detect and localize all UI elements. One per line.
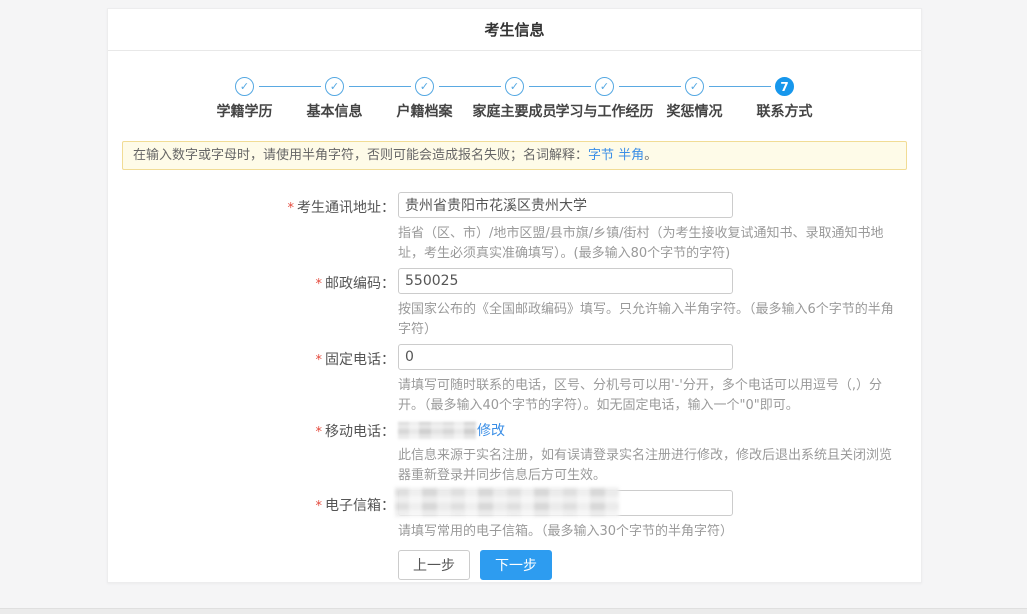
field-label: *固定电话： (108, 344, 395, 416)
page-title: 考生信息 (108, 9, 921, 51)
modify-mobile-link[interactable]: 修改 (477, 420, 505, 440)
check-icon: ✓ (325, 77, 344, 96)
check-icon: ✓ (415, 77, 434, 96)
step-label: 联系方式 (757, 101, 813, 121)
step-study-work-history[interactable]: ✓ 学习与工作经历 (560, 77, 650, 121)
required-marker: * (316, 353, 323, 368)
glossary-link-halfwidth[interactable]: 半角 (618, 148, 644, 163)
step-label: 家庭主要成员 (473, 101, 557, 121)
form-row-mobile-phone: *移动电话： 修改 此信息来源于实名注册，如有误请登录实名注册进行修改，修改后退… (108, 420, 921, 486)
email-help-text: 请填写常用的电子信箱。（最多输入30个字节的半角字符） (398, 522, 733, 542)
step-contact-info-current[interactable]: 7 联系方式 (740, 77, 830, 121)
step-label: 基本信息 (307, 101, 363, 121)
field-label: *电子信箱： (108, 490, 395, 542)
required-marker: * (288, 201, 295, 216)
check-icon: ✓ (685, 77, 704, 96)
check-icon: ✓ (595, 77, 614, 96)
required-marker: * (316, 499, 323, 514)
candidate-info-card: 考生信息 ✓ 学籍学历 ✓ 基本信息 ✓ 户籍档案 ✓ 家庭主要成员 ✓ 学习与… (107, 8, 922, 583)
next-step-button[interactable]: 下一步 (480, 550, 552, 580)
form-row-fixed-phone: *固定电话： 请填写可随时联系的电话，区号、分机号可以用'-'分开，多个电话可以… (108, 344, 921, 416)
step-label: 户籍档案 (397, 101, 453, 121)
postal-code-help-text: 按国家公布的《全国邮政编码》填写。只允许输入半角字符。（最多输入6个字节的半角字… (398, 300, 900, 340)
form-actions: 上一步 下一步 (398, 550, 921, 580)
postal-code-input[interactable] (398, 268, 733, 294)
halfwidth-notice-bar: 在输入数字或字母时，请使用半角字符，否则可能会造成报名失败；名词解释：字节 半角… (122, 141, 907, 170)
previous-step-button[interactable]: 上一步 (398, 550, 470, 580)
form-row-email: *电子信箱： 请填写常用的电子信箱。（最多输入30个字节的半角字符） (108, 490, 921, 542)
step-rewards-punishments[interactable]: ✓ 奖惩情况 (650, 77, 740, 121)
check-icon: ✓ (235, 77, 254, 96)
required-marker: * (316, 425, 323, 440)
redacted-mobile-number (398, 422, 476, 439)
step-number-badge: 7 (775, 77, 794, 96)
step-basic-info[interactable]: ✓ 基本信息 (290, 77, 380, 121)
required-marker: * (316, 277, 323, 292)
step-student-status[interactable]: ✓ 学籍学历 (200, 77, 290, 121)
contact-info-form: *考生通讯地址： 指省（区、市）/地市区盟/县市旗/乡镇/街村（为考生接收复试通… (108, 192, 921, 580)
notice-suffix: 。 (644, 148, 657, 163)
step-household-archive[interactable]: ✓ 户籍档案 (380, 77, 470, 121)
progress-stepper: ✓ 学籍学历 ✓ 基本信息 ✓ 户籍档案 ✓ 家庭主要成员 ✓ 学习与工作经历 … (108, 77, 921, 121)
step-label: 学籍学历 (217, 101, 273, 121)
redacted-email-overlay (395, 487, 619, 517)
notice-text: 在输入数字或字母时，请使用半角字符，否则可能会造成报名失败；名词解释： (133, 148, 588, 163)
form-row-postal-code: *邮政编码： 按国家公布的《全国邮政编码》填写。只允许输入半角字符。（最多输入6… (108, 268, 921, 340)
step-label: 学习与工作经历 (556, 101, 654, 121)
page-bottom-strip (0, 608, 1027, 614)
fixed-phone-help-text: 请填写可随时联系的电话，区号、分机号可以用'-'分开，多个电话可以用逗号（,）分… (398, 376, 900, 416)
field-label: *邮政编码： (108, 268, 395, 340)
glossary-link-byte[interactable]: 字节 (588, 148, 614, 163)
field-label: *考生通讯地址： (108, 192, 395, 264)
check-icon: ✓ (505, 77, 524, 96)
fixed-phone-input[interactable] (398, 344, 733, 370)
form-row-address: *考生通讯地址： 指省（区、市）/地市区盟/县市旗/乡镇/街村（为考生接收复试通… (108, 192, 921, 264)
step-family-members[interactable]: ✓ 家庭主要成员 (470, 77, 560, 121)
mobile-phone-help-text: 此信息来源于实名注册，如有误请登录实名注册进行修改，修改后退出系统且关闭浏览器重… (398, 446, 900, 486)
address-help-text: 指省（区、市）/地市区盟/县市旗/乡镇/街村（为考生接收复试通知书、录取通知书地… (398, 224, 900, 264)
step-label: 奖惩情况 (667, 101, 723, 121)
field-label: *移动电话： (108, 420, 395, 486)
address-input[interactable] (398, 192, 733, 218)
